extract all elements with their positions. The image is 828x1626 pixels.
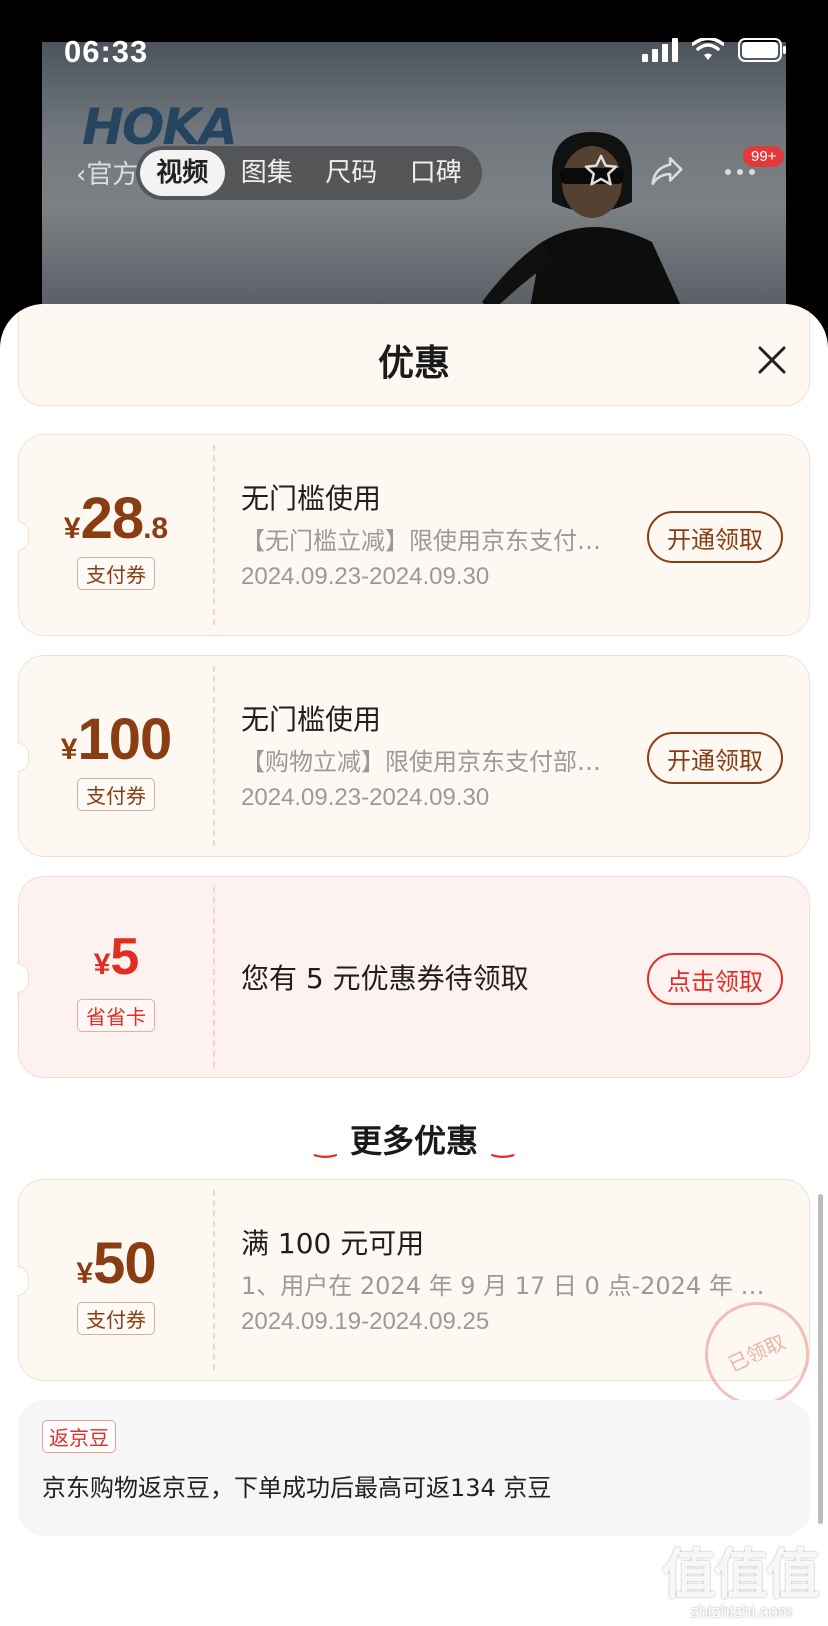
- more-discounts-label: 更多优惠: [349, 1122, 478, 1160]
- discount-sheet: 优惠 ¥28.8 支付券 无门槛使用 【无门槛立减】限使用京东支付全场可用 20…: [0, 304, 828, 1626]
- status-bar: 06:33: [0, 0, 828, 100]
- coupon-value-area: ¥50 支付券: [19, 1180, 213, 1382]
- coupon-type-tag: 支付券: [77, 778, 155, 811]
- watermark-url: zhizhizhi.com: [689, 1602, 793, 1621]
- coupon-divider: [213, 666, 215, 846]
- more-discounts-heading: ‿ 更多优惠 ‿: [0, 1116, 828, 1162]
- coupon-amount: ¥5: [19, 927, 213, 987]
- coupon-value-area: ¥100 支付券: [19, 656, 213, 858]
- coupon-amount: ¥50: [19, 1230, 213, 1297]
- amount-decimal: .8: [143, 512, 169, 545]
- scrollbar[interactable]: [818, 1194, 823, 1524]
- coupon-validity: 2024.09.23-2024.09.30: [241, 784, 490, 811]
- tab-video[interactable]: 视频: [140, 150, 225, 196]
- coupon-title: 无门槛使用: [241, 703, 382, 736]
- coupon-title: 满 100 元可用: [241, 1227, 425, 1260]
- amount-integer: 5: [110, 928, 139, 986]
- coupon-type-tag: 支付券: [77, 557, 155, 590]
- signal-icon: [642, 38, 678, 62]
- coupon-amount: ¥100: [19, 706, 213, 773]
- currency-symbol: ¥: [93, 948, 111, 981]
- coupon-description: 【购物立减】限使用京东支付部分商品可用: [241, 748, 601, 776]
- saver-card-coupon: ¥5 省省卡 您有 5 元优惠券待领取 点击领取: [17, 876, 810, 1079]
- tab-reviews[interactable]: 口碑: [394, 150, 479, 196]
- tab-gallery[interactable]: 图集: [225, 150, 310, 196]
- sheet-title: 优惠: [377, 343, 450, 384]
- wifi-icon: [692, 38, 724, 60]
- currency-symbol: ¥: [76, 1257, 94, 1290]
- coupon-divider: [213, 445, 215, 625]
- activate-claim-button[interactable]: 开通领取: [647, 511, 783, 563]
- claimed-coupon-card: ¥50 支付券 满 100 元可用 1、用户在 2024 年 9 月 17 日 …: [17, 1179, 827, 1424]
- currency-symbol: ¥: [60, 733, 78, 766]
- coupon-value-area: ¥5 省省卡: [19, 877, 213, 1079]
- currency-symbol: ¥: [63, 512, 81, 545]
- smile-decoration-icon: ‿: [492, 1129, 514, 1159]
- jd-bean-text: 京东购物返京豆，下单成功后最高可返134 京豆: [42, 1474, 552, 1502]
- amount-integer: 100: [77, 707, 172, 772]
- back-label: 官方: [86, 160, 139, 190]
- status-icons: [642, 38, 788, 62]
- smile-decoration-icon: ‿: [314, 1129, 336, 1159]
- jd-bean-tag: 返京豆: [42, 1420, 116, 1453]
- coupon-validity: 2024.09.23-2024.09.30: [241, 563, 490, 590]
- jd-bean-rebate-box: 返京豆 京东购物返京豆，下单成功后最高可返134 京豆: [18, 1400, 810, 1536]
- coupon-description: 【无门槛立减】限使用京东支付全场可用: [241, 527, 601, 555]
- activate-claim-button[interactable]: 开通领取: [647, 732, 783, 784]
- coupon-description: 1、用户在 2024 年 9 月 17 日 0 点-2024 年 9 月 25 …: [241, 1272, 771, 1300]
- close-icon[interactable]: [752, 340, 792, 380]
- coupon-divider: [213, 1190, 215, 1370]
- status-time: 06:33: [64, 34, 149, 69]
- back-chevron-icon: ‹: [76, 160, 87, 190]
- coupon-card: ¥28.8 支付券 无门槛使用 【无门槛立减】限使用京东支付全场可用 2024.…: [17, 434, 810, 637]
- coupon-value-area: ¥28.8 支付券: [19, 435, 213, 637]
- coupon-title: 您有 5 元优惠券待领取: [241, 962, 529, 995]
- coupon-title: 无门槛使用: [241, 482, 382, 515]
- amount-integer: 50: [93, 1231, 157, 1296]
- share-icon[interactable]: [648, 152, 686, 190]
- back-button[interactable]: ‹官方: [76, 154, 138, 191]
- star-icon[interactable]: [582, 152, 620, 190]
- click-claim-button[interactable]: 点击领取: [647, 953, 783, 1005]
- message-badge: 99+: [743, 146, 785, 167]
- coupon-list[interactable]: ¥28.8 支付券 无门槛使用 【无门槛立减】限使用京东支付全场可用 2024.…: [0, 396, 828, 1626]
- battery-icon: [738, 38, 786, 62]
- coupon-type-tag: 支付券: [77, 1302, 155, 1335]
- coupon-type-tag: 省省卡: [77, 999, 155, 1032]
- coupon-card: ¥100 支付券 无门槛使用 【购物立减】限使用京东支付部分商品可用 2024.…: [17, 655, 810, 858]
- tab-size[interactable]: 尺码: [309, 150, 394, 196]
- coupon-validity: 2024.09.19-2024.09.25: [241, 1308, 490, 1335]
- coupon-amount: ¥28.8: [19, 485, 213, 552]
- amount-integer: 28: [80, 486, 145, 551]
- coupon-divider: [213, 887, 215, 1067]
- watermark-logo: 值值值: [662, 1543, 820, 1606]
- media-tab-bar: 视频 图集 尺码 口碑: [136, 146, 482, 200]
